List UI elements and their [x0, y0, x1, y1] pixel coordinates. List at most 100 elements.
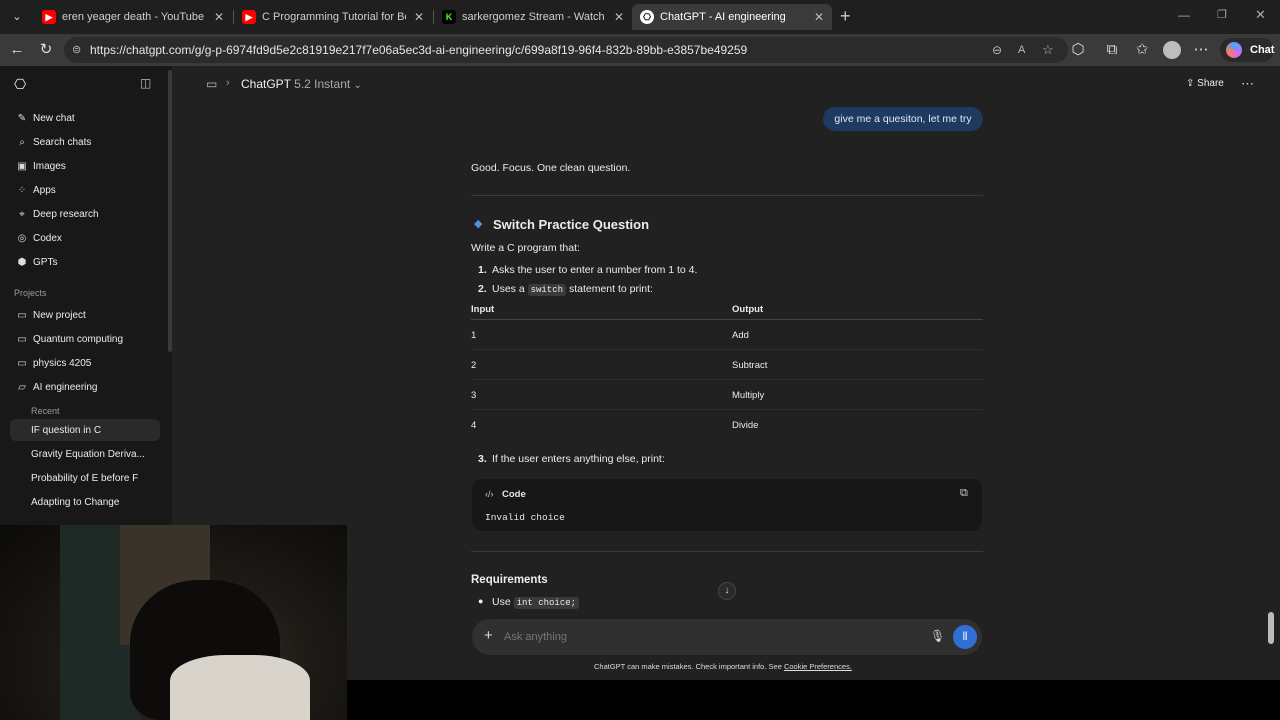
site-info-icon[interactable]: ⊜	[72, 37, 81, 63]
scroll-down-button[interactable]: ↓	[718, 582, 736, 600]
favorites-icon[interactable]: ✩	[1133, 41, 1151, 59]
sidebar-item-codex[interactable]: ◎ Codex	[10, 227, 160, 249]
image-icon: ▣	[17, 160, 27, 172]
extensions-icon[interactable]: ⬡	[1069, 41, 1087, 59]
copilot-icon	[1226, 42, 1242, 58]
edit-icon: ✎	[17, 112, 27, 124]
sidebar-recent-chat[interactable]: Probability of E before F	[10, 467, 160, 489]
cookie-preferences-link[interactable]: Cookie Preferences.	[784, 662, 852, 671]
share-label: Share	[1197, 78, 1224, 89]
sidebar-item-label: Probability of E before F	[31, 472, 139, 484]
close-tab-icon[interactable]: ✕	[214, 10, 224, 24]
tab-list-chevron-icon[interactable]: ⌄	[8, 8, 26, 26]
projects-heading: Projects	[14, 288, 47, 298]
screen-bottom-edge	[347, 680, 1280, 720]
sidebar-project-new[interactable]: ▭ New project	[10, 304, 160, 326]
disclaimer-text: ChatGPT can make mistakes. Check importa…	[594, 662, 782, 671]
table-cell-output: Subtract	[732, 360, 768, 371]
read-aloud-icon[interactable]: A	[1018, 37, 1025, 63]
share-button[interactable]: ⇪ Share	[1186, 78, 1224, 89]
sidebar-item-label: AI engineering	[33, 381, 98, 393]
model-version: 5.2 Instant	[294, 77, 351, 91]
copy-icon[interactable]: ⧉	[960, 487, 968, 500]
sidebar-item-images[interactable]: ▣ Images	[10, 155, 160, 177]
sidebar-item-label: New project	[33, 309, 86, 321]
conversation-options-icon[interactable]: ⋯	[1241, 76, 1254, 92]
gpts-icon: ⬢	[17, 256, 27, 268]
table-cell-input: 2	[471, 360, 477, 371]
model-name: ChatGPT	[241, 77, 291, 91]
voice-mode-button[interactable]: ⦀	[953, 625, 977, 649]
close-window-icon[interactable]: ✕	[1255, 7, 1266, 23]
sidebar-item-label: Deep research	[33, 208, 99, 220]
reload-icon[interactable]: ↻	[37, 41, 55, 59]
sidebar-item-gpts[interactable]: ⬢ GPTs	[10, 251, 160, 273]
browser-tab-strip: ⌄ ▶ eren yeager death - YouTube ✕ ▶ C Pr…	[0, 0, 1280, 34]
table-row-divider	[471, 349, 983, 350]
more-menu-icon[interactable]: ⋯	[1192, 41, 1210, 59]
tab-title: sarkergomez Stream - Watch Live	[462, 11, 606, 23]
sidebar-item-search-chats[interactable]: ⌕ Search chats	[10, 131, 160, 153]
microphone-icon[interactable]: 🎙	[930, 629, 945, 643]
sidebar-project-ai-engineering[interactable]: ▱ AI engineering	[10, 376, 160, 398]
chevron-down-icon: ⌄	[353, 80, 362, 91]
sidebar-recent-chat[interactable]: Gravity Equation Deriva...	[10, 443, 160, 465]
model-selector[interactable]: ChatGPT 5.2 Instant ⌄	[241, 77, 362, 91]
sidebar-recent-chat[interactable]: Adapting to Change	[10, 491, 160, 513]
code-text: Invalid choice	[485, 512, 565, 523]
profile-avatar[interactable]	[1163, 41, 1181, 59]
webcam-person-shirt	[170, 655, 310, 720]
sidebar-project-quantum[interactable]: ▭ Quantum computing	[10, 328, 160, 350]
tab-title: eren yeager death - YouTube	[62, 11, 205, 23]
close-sidebar-icon[interactable]: ◫	[140, 76, 151, 90]
attach-plus-icon[interactable]: +	[484, 627, 493, 644]
step-2-suffix: statement to print:	[568, 283, 653, 295]
browser-toolbar: ← ↻ ⊜ https://chatgpt.com/g/g-p-6974fd9d…	[0, 34, 1280, 66]
sidebar-item-deep-research[interactable]: ⌖ Deep research	[10, 203, 160, 225]
table-header-divider	[471, 319, 983, 320]
main-scrollbar[interactable]	[1268, 612, 1274, 644]
browser-tab-youtube-eren[interactable]: ▶ eren yeager death - YouTube ✕	[34, 4, 232, 30]
close-tab-icon[interactable]: ✕	[814, 10, 824, 24]
sidebar-recent-chat[interactable]: IF question in C	[10, 419, 160, 441]
codex-icon: ◎	[17, 232, 27, 244]
telescope-icon: ⌖	[19, 208, 25, 220]
openai-logo-icon[interactable]: ⎔	[14, 76, 26, 93]
minimize-icon[interactable]: —	[1178, 8, 1190, 22]
youtube-icon: ▶	[42, 10, 56, 24]
browser-tab-c-tutorial[interactable]: ▶ C Programming Tutorial for Beginn ✕	[234, 4, 432, 30]
new-tab-button[interactable]: +	[840, 6, 851, 27]
url-text: https://chatgpt.com/g/g-p-6974fd9d5e2c81…	[90, 43, 748, 57]
kick-icon: K	[442, 10, 456, 24]
sidebar-item-new-chat[interactable]: ✎ New chat	[10, 107, 160, 129]
address-bar[interactable]: ⊜ https://chatgpt.com/g/g-p-6974fd9d5e2c…	[64, 37, 1068, 63]
code-block-label: Code	[502, 489, 526, 500]
copilot-chat-button[interactable]: Chat	[1220, 38, 1274, 62]
requirement-1: Use int choice;	[492, 596, 580, 609]
browser-tab-chatgpt[interactable]: ⎔ ChatGPT - AI engineering ✕	[632, 4, 832, 30]
close-tab-icon[interactable]: ✕	[614, 10, 624, 24]
message-composer: + 🎙 ⦀	[472, 619, 982, 655]
breadcrumb-chevron-icon: ›	[226, 77, 230, 89]
split-screen-icon[interactable]: ⧉	[1103, 41, 1121, 59]
diamond-icon: ◆	[474, 218, 483, 230]
browser-tab-kick-stream[interactable]: K sarkergomez Stream - Watch Live ✕	[434, 4, 632, 30]
restore-icon[interactable]: ❐	[1217, 8, 1227, 21]
favorite-star-icon[interactable]: ☆	[1042, 37, 1054, 63]
sidebar-item-apps[interactable]: ⁘ Apps	[10, 179, 160, 201]
back-arrow-icon[interactable]: ←	[8, 41, 26, 59]
search-icon: ⌕	[19, 136, 25, 148]
sidebar-item-label: physics 4205	[33, 357, 92, 369]
disclaimer: ChatGPT can make mistakes. Check importa…	[594, 662, 852, 671]
table-cell-output: Multiply	[732, 390, 765, 401]
close-tab-icon[interactable]: ✕	[414, 10, 424, 24]
sidebar-project-physics[interactable]: ▭ physics 4205	[10, 352, 160, 374]
zoom-icon[interactable]: ⊖	[992, 37, 1002, 63]
chat-input[interactable]	[504, 625, 924, 649]
sidebar-scrollbar[interactable]	[168, 70, 172, 352]
inline-code: int choice;	[513, 597, 580, 609]
table-cell-output: Add	[732, 330, 749, 341]
youtube-icon: ▶	[242, 10, 256, 24]
table-cell-input: 3	[471, 390, 477, 401]
folder-icon: ▭	[206, 77, 218, 91]
